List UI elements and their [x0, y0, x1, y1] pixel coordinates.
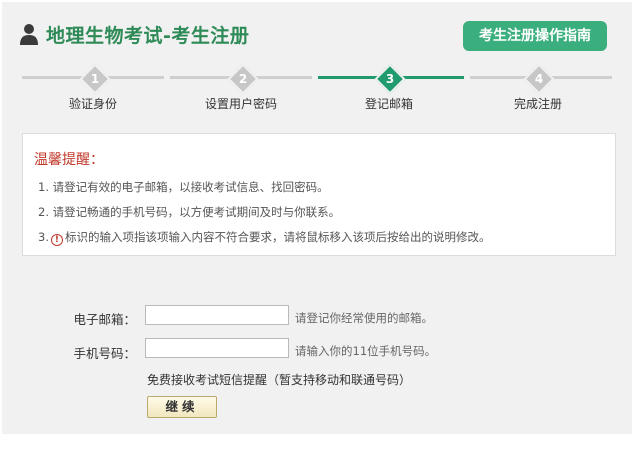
notice-item-3-text: 标识的输入项指该项输入内容不符合要求，请将鼠标移入该项后按给出的说明修改。: [64, 230, 491, 244]
phone-hint: 请输入你的11位手机号码。: [295, 344, 437, 358]
step-3-number: 3: [385, 72, 395, 86]
registration-panel: 地理生物考试-考生注册 考生注册操作指南 1 验证身份 2 设置用户密码 3 登…: [2, 2, 632, 434]
email-hint: 请登记你经常使用的邮箱。: [295, 311, 433, 325]
email-label: 电子邮箱：: [73, 312, 136, 327]
step-4-number: 4: [534, 72, 544, 86]
email-field[interactable]: [145, 305, 289, 325]
notice-item-1: 1. 请登记有效的电子邮箱，以接收考试信息、找回密码。: [38, 180, 329, 194]
step-2-label: 设置用户密码: [204, 97, 277, 111]
notice-title: 温馨提醒：: [34, 152, 104, 168]
sms-reminder-note: 免费接收考试短信提醒（暂支持移动和联通号码）: [147, 373, 412, 387]
step-1-label: 验证身份: [68, 97, 117, 111]
notice-item-2: 2. 请登记畅通的手机号码，以方便考试期间及时与你联系。: [38, 205, 341, 219]
step-3-label: 登记邮箱: [364, 97, 413, 111]
phone-label: 手机号码：: [73, 346, 136, 361]
step-2-number: 2: [238, 72, 248, 86]
registration-guide-button[interactable]: 考生注册操作指南: [463, 21, 607, 51]
step-1-number: 1: [90, 72, 100, 86]
continue-button[interactable]: 继续: [147, 396, 217, 418]
notice-box: 温馨提醒： 1. 请登记有效的电子邮箱，以接收考试信息、找回密码。 2. 请登记…: [22, 133, 616, 256]
page-title: 地理生物考试-考生注册: [46, 25, 250, 47]
notice-item-3: 3.! 标识的输入项指该项输入内容不符合要求，请将鼠标移入该项后按给出的说明修改。: [38, 229, 490, 246]
phone-field[interactable]: [145, 338, 289, 358]
notice-item-3-prefix: 3.: [38, 230, 49, 244]
step-4-label: 完成注册: [513, 97, 562, 111]
user-icon: [20, 24, 38, 45]
progress-steps: 1 验证身份 2 设置用户密码 3 登记邮箱 4 完成注册: [22, 63, 612, 114]
exclamation-circle-icon: !: [50, 234, 63, 246]
